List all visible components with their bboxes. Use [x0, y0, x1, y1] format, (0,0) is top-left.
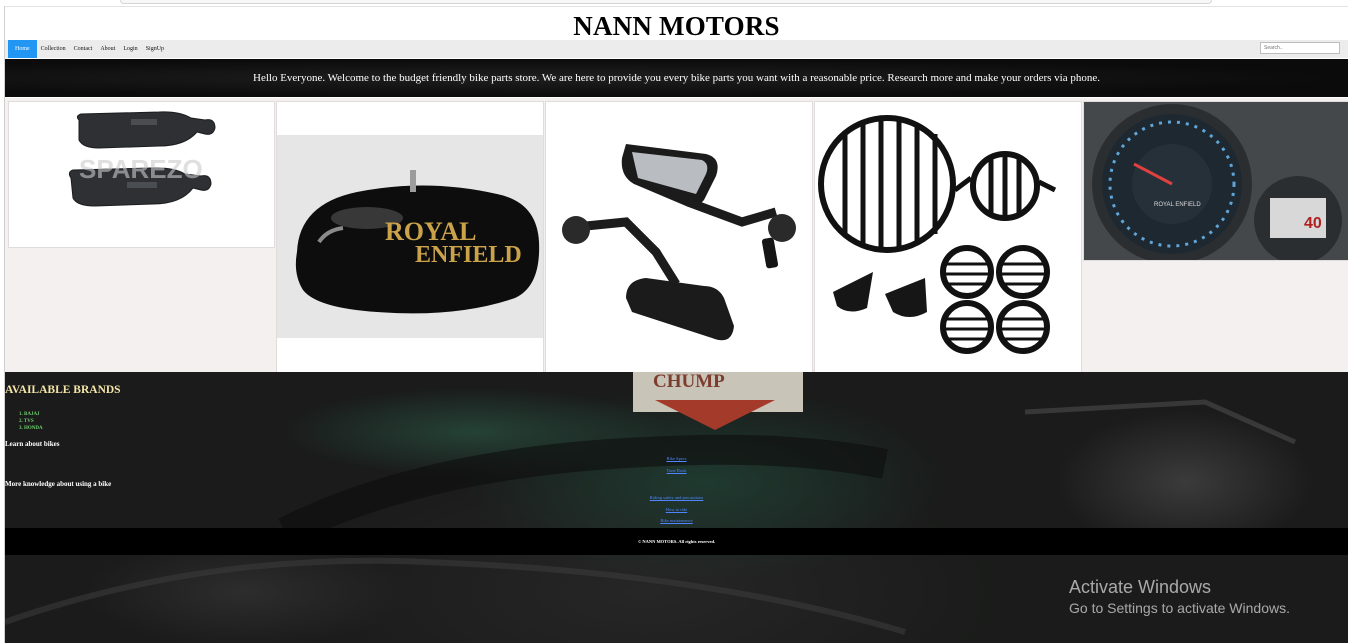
nav-contact[interactable]: Contact — [70, 40, 97, 58]
link-riding-safety[interactable]: Riding safety and precautions — [5, 492, 1348, 504]
browser-top-strip — [120, 0, 1212, 4]
fuel-tank-image: ROYAL ENFIELD — [277, 135, 543, 338]
brand-item: 3. HONDA — [19, 426, 43, 431]
search-input[interactable] — [1260, 42, 1340, 54]
page-frame: NANN MOTORS Home Collection Contact Abou… — [4, 6, 1348, 643]
mirrors-image — [562, 144, 796, 341]
link-tune-book[interactable]: Tune Book — [5, 465, 1348, 477]
nav-about[interactable]: About — [96, 40, 119, 58]
activation-title: Activate Windows — [1069, 577, 1212, 597]
nav-signup[interactable]: SignUp — [142, 40, 168, 58]
knowledge-links: Riding safety and precautions How to rid… — [5, 492, 1348, 527]
dial-brand-text: ROYAL ENFIELD — [1154, 202, 1201, 208]
link-bike-specs[interactable]: Bike Specs — [5, 453, 1348, 465]
windows-activation-watermark: Activate Windows Go to Settings to activ… — [1069, 577, 1290, 616]
product-gallery: SPAREZO ROYAL ENFIELD ROYAL ENFIELD 40 — [5, 98, 1348, 373]
product-tile-fuel-tank[interactable]: ROYAL ENFIELD — [276, 101, 544, 373]
brand-item: 1. BAJAJ — [19, 412, 40, 417]
product-tile-speedometer[interactable]: ROYAL ENFIELD 40 — [1083, 101, 1348, 264]
site-title: NANN MOTORS — [573, 11, 780, 41]
footer-copyright: © NANN MOTORS. All rights reserved. — [637, 539, 716, 544]
tank-brand-line2: ENFIELD — [415, 242, 522, 268]
brand-item: 2. TVS — [19, 419, 34, 424]
available-brands-title: AVAILABLE BRANDS — [5, 384, 121, 396]
nav-home[interactable]: Home — [8, 40, 37, 58]
link-how-to-ride[interactable]: How to ride — [5, 504, 1348, 516]
more-knowledge-title: More knowledge about using a bike — [5, 480, 112, 488]
product-tile-mirrors[interactable] — [545, 101, 813, 373]
welcome-text: Hello Everyone. Welcome to the budget fr… — [253, 72, 1100, 84]
product-tile-headlight-grills[interactable] — [814, 101, 1082, 373]
brand-list: 1. BAJAJ 2. TVS 3. HONDA — [19, 411, 43, 432]
watermark-text: SPAREZO — [79, 154, 203, 184]
top-navbar: Home Collection Contact About Login Sign… — [5, 40, 1348, 58]
welcome-banner: Hello Everyone. Welcome to the budget fr… — [5, 59, 1348, 97]
brake-pads-image: SPAREZO — [68, 111, 216, 207]
site-footer: © NANN MOTORS. All rights reserved. — [5, 528, 1348, 555]
nav-collection[interactable]: Collection — [37, 40, 70, 58]
activation-subtitle: Go to Settings to activate Windows. — [1069, 600, 1290, 616]
speedometer-image: ROYAL ENFIELD 40 — [1084, 102, 1348, 264]
learn-about-bikes-title: Learn about bikes — [5, 440, 60, 448]
learn-links: Bike Specs Tune Book — [5, 453, 1348, 476]
product-tile-brake-pads[interactable]: SPAREZO — [8, 101, 275, 248]
background-sign-text: CHUMP — [653, 372, 725, 392]
nav-login[interactable]: Login — [119, 40, 141, 58]
headlight-grills-image — [818, 115, 1057, 354]
digital-reading: 40 — [1304, 215, 1322, 232]
link-bike-maintenance[interactable]: Bike maintenance — [5, 515, 1348, 527]
